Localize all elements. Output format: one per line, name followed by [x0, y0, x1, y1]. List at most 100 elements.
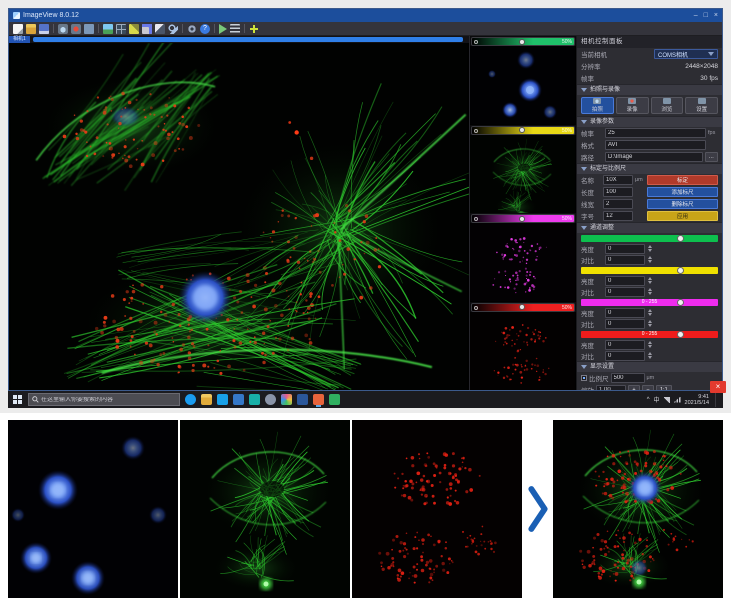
fluorescence-live-image[interactable]	[9, 43, 469, 390]
tray-expand-chevron[interactable]: ^	[647, 397, 650, 403]
channel4-thumbnail[interactable]	[470, 312, 576, 391]
taskbar-app-photos[interactable]	[249, 394, 260, 405]
eye-icon[interactable]	[474, 306, 478, 310]
search-input[interactable]	[41, 397, 176, 403]
scale-length-input[interactable]	[603, 187, 633, 197]
yellow-brightness-input[interactable]	[605, 276, 645, 286]
section-calibration[interactable]: 标定与比例尺	[577, 163, 722, 174]
image-gallery-icon[interactable]	[103, 24, 113, 34]
titlebar[interactable]: ImageView 8.0.12 – □ ×	[9, 9, 722, 22]
taskbar-app-edge[interactable]	[185, 394, 196, 405]
photo-button[interactable]: 拍照	[581, 97, 614, 114]
section-record-params[interactable]: 录像参数	[577, 116, 722, 127]
taskbar-app-mail[interactable]	[233, 394, 244, 405]
rec-fps-input[interactable]	[605, 128, 706, 138]
scale-name-input[interactable]	[603, 175, 633, 185]
open-folder-icon[interactable]	[26, 24, 36, 34]
magenta-brightness-input[interactable]	[605, 308, 645, 318]
browse-path-button[interactable]: …	[705, 152, 719, 162]
slider-knob[interactable]	[519, 304, 525, 310]
maximize-button[interactable]: □	[704, 9, 708, 22]
add-ruler-button[interactable]: 添加标尺	[647, 187, 718, 197]
stepper[interactable]	[648, 288, 652, 295]
red-channel-bar[interactable]: 0 - 255	[581, 331, 718, 338]
rec-format-input[interactable]	[605, 140, 706, 150]
taskbar-app-paint[interactable]	[281, 394, 292, 405]
floating-close-button[interactable]: ×	[710, 381, 726, 393]
slider-handle[interactable]	[677, 331, 684, 338]
green-contrast-input[interactable]	[605, 255, 645, 265]
tray-language-indicator[interactable]: 中	[654, 395, 660, 404]
record-button[interactable]: 录像	[616, 97, 649, 114]
delete-ruler-button[interactable]: 删除标尺	[647, 199, 718, 209]
green-brightness-input[interactable]	[605, 244, 645, 254]
eye-icon[interactable]	[474, 40, 478, 44]
scale-font-input[interactable]	[603, 211, 633, 221]
stepper[interactable]	[648, 341, 652, 348]
section-channels[interactable]: 通道调整	[577, 222, 722, 233]
actual-size-button[interactable]: 1:1	[656, 385, 672, 390]
pointer-icon[interactable]	[155, 24, 165, 34]
taskbar-app-store[interactable]	[217, 394, 228, 405]
snapshot-icon[interactable]	[84, 24, 94, 34]
taskbar-search[interactable]	[28, 393, 180, 406]
channel1-thumbnail[interactable]	[470, 46, 576, 125]
taskbar-app-word[interactable]	[297, 394, 308, 405]
stepper[interactable]	[648, 245, 652, 252]
red-brightness-input[interactable]	[605, 340, 645, 350]
zoom-icon[interactable]	[168, 24, 178, 34]
slider-handle[interactable]	[677, 267, 684, 274]
taskbar-app-explorer[interactable]	[201, 394, 212, 405]
stepper[interactable]	[648, 352, 652, 359]
taskbar-app-chat[interactable]	[329, 394, 340, 405]
magenta-contrast-input[interactable]	[605, 319, 645, 329]
crosshair-icon[interactable]	[249, 24, 259, 34]
grid-view-icon[interactable]	[116, 24, 126, 34]
slider-knob[interactable]	[519, 216, 525, 222]
measure-icon[interactable]	[129, 24, 139, 34]
horizontal-scrollbar[interactable]	[30, 36, 469, 43]
calibrate-button[interactable]: 标定	[647, 175, 718, 185]
network-icon[interactable]	[674, 397, 681, 403]
red-contrast-input[interactable]	[605, 351, 645, 361]
yellow-channel-bar[interactable]	[581, 267, 718, 274]
channel4-lut-slider[interactable]: 50%	[471, 303, 575, 312]
camera-capture-icon[interactable]	[58, 24, 68, 34]
eye-icon[interactable]	[474, 217, 478, 221]
volume-icon[interactable]	[664, 397, 670, 403]
new-file-icon[interactable]	[13, 24, 23, 34]
help-icon[interactable]: ?	[200, 24, 210, 34]
video-record-icon[interactable]	[71, 24, 81, 34]
section-display[interactable]: 显示设置	[577, 361, 722, 372]
scalebar-checkbox[interactable]	[581, 375, 587, 381]
taskbar-app-settings[interactable]	[265, 394, 276, 405]
play-icon[interactable]	[219, 24, 227, 34]
notification-edge[interactable]	[715, 392, 719, 407]
save-icon[interactable]	[39, 24, 49, 34]
settings-icon[interactable]	[187, 24, 197, 34]
scale-width-input[interactable]	[603, 199, 633, 209]
zoom-in-button[interactable]: +	[628, 385, 640, 390]
zoom-input[interactable]	[596, 385, 626, 390]
start-button[interactable]	[13, 395, 23, 405]
scalebar-input[interactable]	[611, 373, 645, 383]
zoom-out-button[interactable]: −	[642, 385, 654, 390]
live-viewer[interactable]: 相机1	[9, 36, 469, 390]
apply-button[interactable]: 应用	[647, 211, 718, 221]
taskbar-app-imageview-active[interactable]	[313, 394, 324, 405]
stepper[interactable]	[648, 320, 652, 327]
scrollbar-thumb[interactable]	[33, 37, 463, 42]
eye-icon[interactable]	[474, 129, 478, 133]
stepper[interactable]	[648, 277, 652, 284]
stepper[interactable]	[648, 309, 652, 316]
taskbar-clock[interactable]: 9:41 2021/5/14	[685, 394, 709, 406]
channel2-lut-slider[interactable]: 50%	[471, 126, 575, 135]
slider-handle[interactable]	[677, 299, 684, 306]
magenta-channel-bar[interactable]: 0 - 255	[581, 299, 718, 306]
slider-knob[interactable]	[519, 127, 525, 133]
yellow-contrast-input[interactable]	[605, 287, 645, 297]
channel2-thumbnail[interactable]	[470, 135, 576, 214]
slider-handle[interactable]	[677, 235, 684, 242]
channel3-thumbnail[interactable]	[470, 223, 576, 302]
channel1-lut-slider[interactable]: 50%	[471, 37, 575, 46]
